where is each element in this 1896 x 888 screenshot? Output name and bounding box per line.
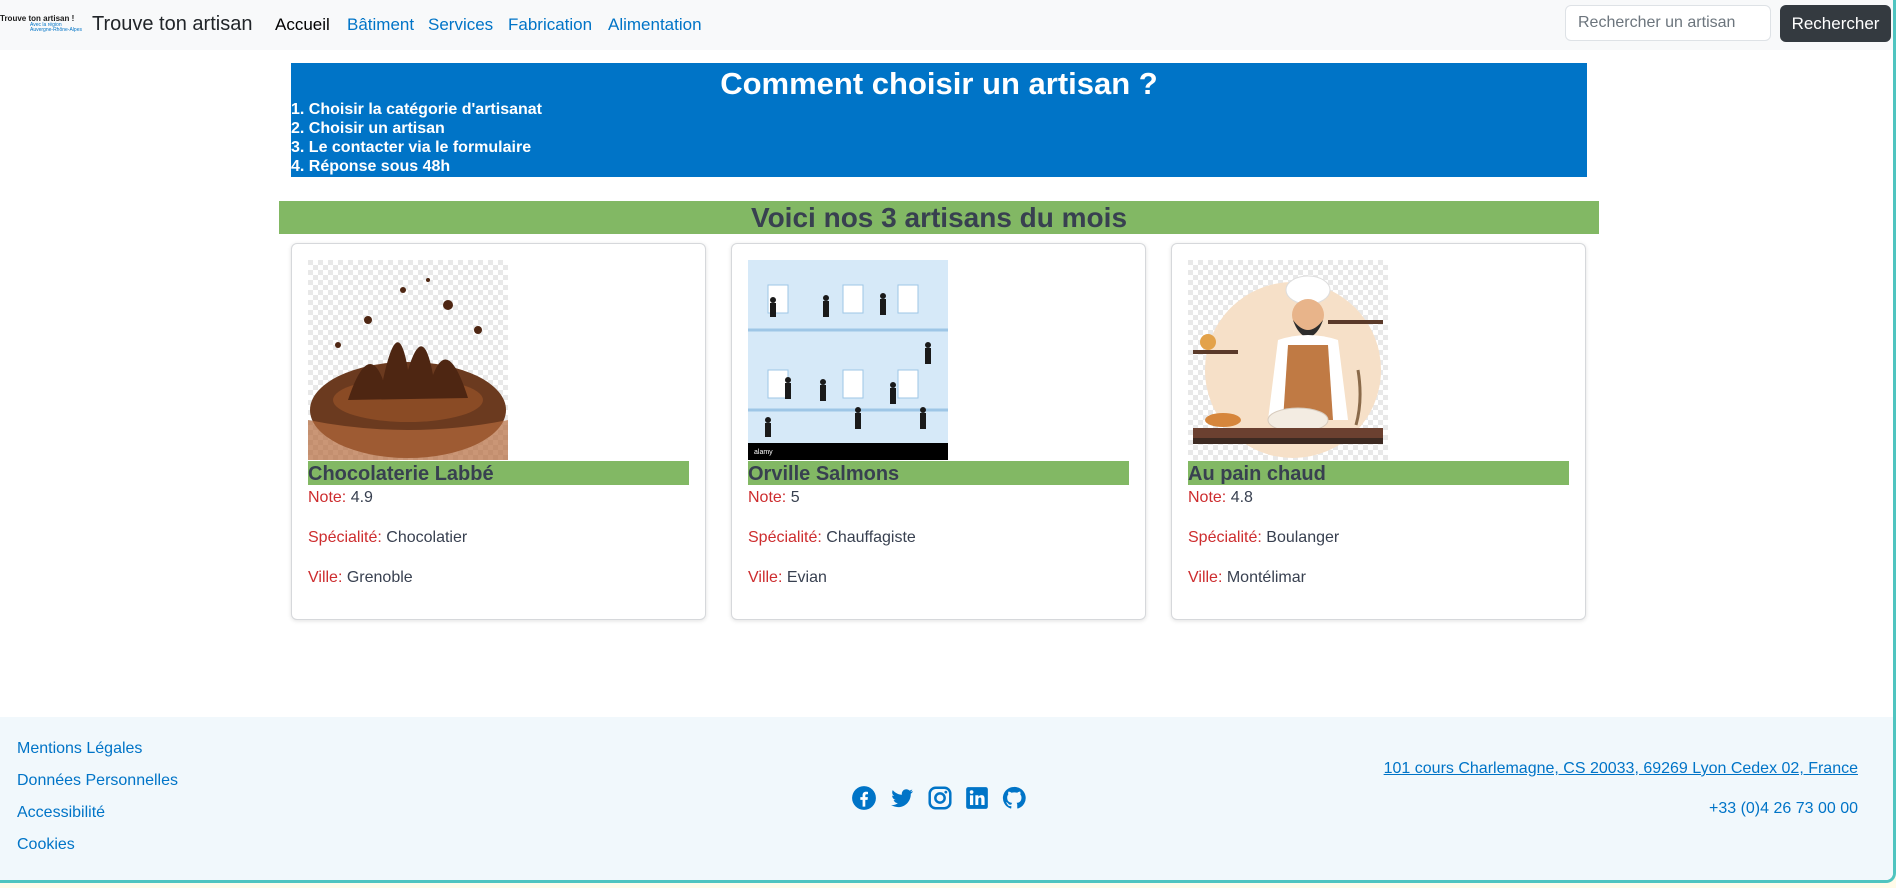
search-button[interactable]: Rechercher (1780, 5, 1891, 42)
instagram-icon[interactable] (927, 785, 953, 811)
brand-name[interactable]: Trouve ton artisan (92, 13, 252, 36)
specialite-value: Boulanger (1266, 529, 1340, 546)
specialite-value: Chauffagiste (826, 529, 916, 546)
ville-value: Evian (786, 569, 827, 586)
ville-value: Montélimar (1226, 569, 1306, 586)
footer-link-cookies[interactable]: Cookies (17, 836, 75, 854)
note-label: Note: (1188, 489, 1227, 506)
howto-panel: Comment choisir un artisan ? 1. Choisir … (291, 63, 1587, 177)
artisan-specialite: Spécialité: Boulanger (1188, 529, 1339, 547)
ville-label: Ville: (1188, 569, 1223, 586)
nav-link-batiment[interactable]: Bâtiment (347, 15, 414, 35)
howto-step: 1. Choisir la catégorie d'artisanat (291, 101, 542, 118)
footer-link-donnees-personnelles[interactable]: Données Personnelles (17, 772, 178, 790)
image-caption: alamy (754, 449, 773, 456)
footer-link-mentions-legales[interactable]: Mentions Légales (17, 740, 142, 758)
specialite-label: Spécialité: (1188, 529, 1262, 546)
artisan-name: Orville Salmons (748, 461, 1129, 485)
logo-subtext: Auvergne-Rhône-Alpes (30, 27, 82, 33)
specialite-value: Chocolatier (386, 529, 468, 546)
footer-phone[interactable]: +33 (0)4 26 73 00 00 (1709, 800, 1858, 818)
month-title: Voici nos 3 artisans du mois (279, 201, 1599, 234)
artisan-note: Note: 4.9 (308, 489, 373, 507)
artisan-note: Note: 4.8 (1188, 489, 1253, 507)
howto-title: Comment choisir un artisan ? (720, 66, 1158, 101)
footer-link-accessibilite[interactable]: Accessibilité (17, 804, 105, 822)
specialite-label: Spécialité: (748, 529, 822, 546)
artisan-name: Au pain chaud (1188, 461, 1569, 485)
note-label: Note: (308, 489, 347, 506)
browser-page: Trouve ton artisan ! Avec la région Auve… (0, 0, 1896, 883)
artisan-ville: Ville: Grenoble (308, 569, 413, 587)
ville-label: Ville: (748, 569, 783, 586)
howto-step: 4. Réponse sous 48h (291, 158, 451, 175)
github-icon[interactable] (1001, 785, 1027, 811)
note-value: 5 (790, 489, 800, 506)
artisan-note: Note: 5 (748, 489, 800, 507)
twitter-icon[interactable] (889, 785, 915, 811)
nav-link-services[interactable]: Services (428, 15, 493, 35)
nav-link-alimentation[interactable]: Alimentation (608, 15, 702, 35)
artisan-card[interactable]: Au pain chaud Note: 4.8 Spécialité: Boul… (1171, 243, 1586, 620)
search-input[interactable] (1565, 5, 1771, 41)
artisan-name: Chocolaterie Labbé (308, 461, 689, 485)
chocolate-splash-image (308, 260, 508, 460)
artisan-card[interactable]: Chocolaterie Labbé Note: 4.9 Spécialité:… (291, 243, 706, 620)
navbar: Trouve ton artisan ! Avec la région Auve… (0, 0, 1893, 50)
facebook-icon[interactable] (851, 785, 877, 811)
specialite-label: Spécialité: (308, 529, 382, 546)
building-workers-image: alamy (748, 260, 948, 460)
howto-step: 2. Choisir un artisan (291, 120, 445, 137)
footer: Mentions Légales Données Personnelles Ac… (0, 717, 1893, 880)
howto-step: 3. Le contacter via le formulaire (291, 139, 532, 156)
artisan-specialite: Spécialité: Chauffagiste (748, 529, 916, 547)
artisan-ville: Ville: Montélimar (1188, 569, 1306, 587)
ville-label: Ville: (308, 569, 343, 586)
artisan-card[interactable]: alamy Orville Salmons Note: 5 Spécialité… (731, 243, 1146, 620)
footer-address-link[interactable]: 101 cours Charlemagne, CS 20033, 69269 L… (1384, 760, 1858, 778)
nav-link-fabrication[interactable]: Fabrication (508, 15, 592, 35)
ville-value: Grenoble (346, 569, 413, 586)
artisan-ville: Ville: Evian (748, 569, 827, 587)
note-label: Note: (748, 489, 787, 506)
artisan-specialite: Spécialité: Chocolatier (308, 529, 467, 547)
baker-illustration-image (1188, 260, 1388, 460)
note-value: 4.8 (1230, 489, 1253, 506)
site-logo[interactable]: Trouve ton artisan ! Avec la région Auve… (0, 14, 82, 36)
note-value: 4.9 (350, 489, 373, 506)
linkedin-icon[interactable] (964, 785, 990, 811)
nav-link-accueil[interactable]: Accueil (275, 15, 330, 35)
